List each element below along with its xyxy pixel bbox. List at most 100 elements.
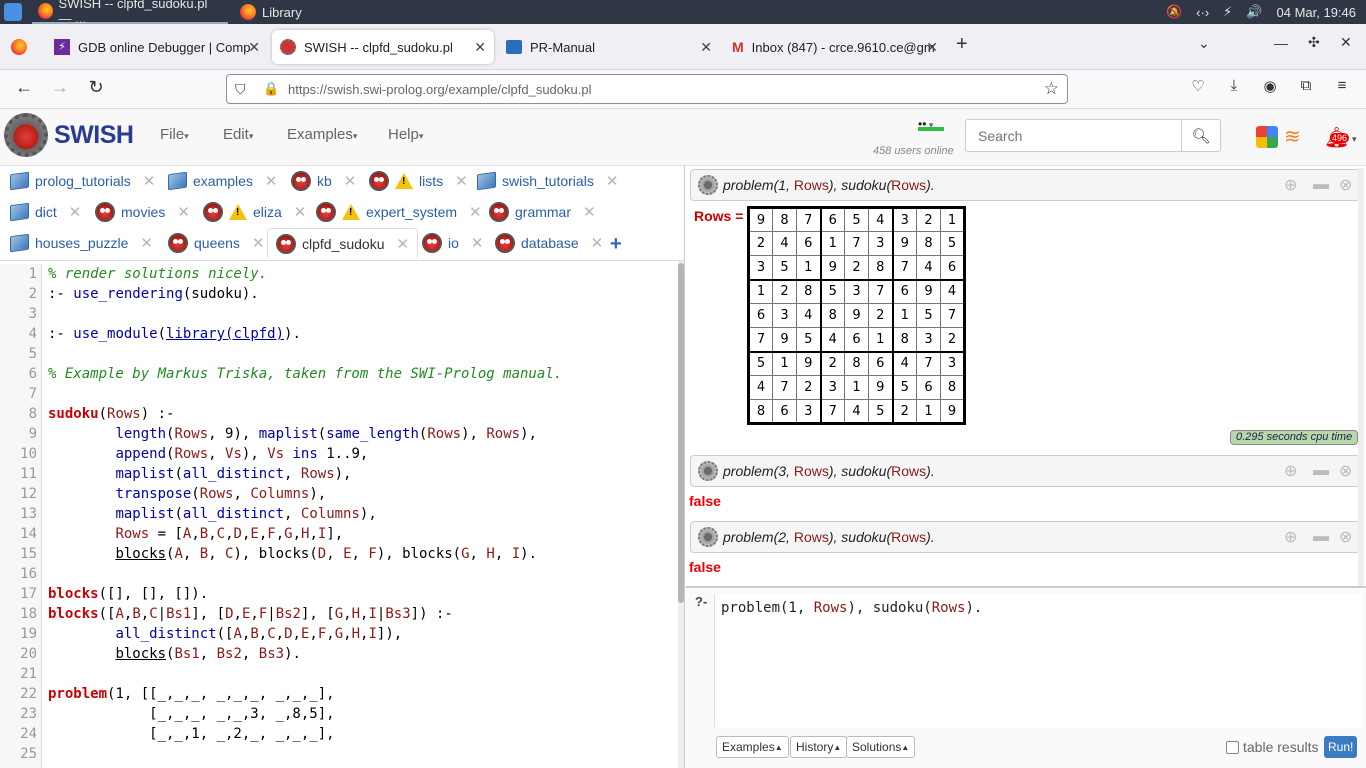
swish-logo[interactable]: SWISH bbox=[4, 113, 134, 157]
lock-icon[interactable]: 🔒 bbox=[263, 81, 279, 97]
close-circle-icon[interactable]: ⊗ bbox=[1339, 461, 1352, 481]
shield-icon[interactable]: ⛉ bbox=[235, 81, 246, 98]
file-tab-prolog-tutorials[interactable]: prolog_tutorials ✕ bbox=[10, 168, 155, 194]
table-results-toggle[interactable]: table results bbox=[1226, 739, 1318, 755]
google-login-icon[interactable] bbox=[1256, 126, 1278, 148]
close-window-icon[interactable]: ✕ bbox=[1340, 34, 1352, 51]
file-tab-swish-tutorials[interactable]: swish_tutorials ✕ bbox=[477, 168, 618, 194]
history-button[interactable]: History ▲ bbox=[790, 736, 848, 758]
os-task-swish[interactable]: SWISH -- clpfd_sudoku.pl — ... bbox=[32, 0, 228, 26]
code-line[interactable]: blocks([], [], []). bbox=[48, 584, 562, 604]
close-tab-icon[interactable]: ✕ bbox=[248, 39, 260, 56]
network-icon[interactable]: ‹·› bbox=[1196, 5, 1209, 20]
code-line[interactable]: % render solutions nicely. bbox=[48, 264, 562, 284]
maximize-icon[interactable]: ✣ bbox=[1308, 34, 1320, 51]
code-line[interactable]: blocks(A, B, C), blocks(D, E, F), blocks… bbox=[48, 544, 562, 564]
tab-swish[interactable]: SWISH -- clpfd_sudoku.pl ✕ bbox=[272, 30, 494, 64]
code-line[interactable] bbox=[48, 744, 562, 764]
code-line[interactable] bbox=[48, 564, 562, 584]
download-circle-icon[interactable]: ⊕ bbox=[1284, 175, 1297, 195]
download-icon[interactable]: ⤓ bbox=[1222, 77, 1246, 94]
download-circle-icon[interactable]: ⊕ bbox=[1284, 527, 1297, 547]
close-icon[interactable]: ✕ bbox=[455, 172, 468, 190]
code-line[interactable]: append(Rows, Vs), Vs ins 1..9, bbox=[48, 444, 562, 464]
code-line[interactable]: blocks(Bs1, Bs2, Bs3). bbox=[48, 644, 562, 664]
hamburger-menu-icon[interactable]: ≡ bbox=[1330, 77, 1354, 94]
code-line[interactable] bbox=[48, 344, 562, 364]
pocket-icon[interactable]: ♡ bbox=[1186, 77, 1210, 95]
forward-icon[interactable]: → bbox=[48, 77, 72, 98]
minimize-icon[interactable]: ▬ bbox=[1313, 528, 1329, 546]
code-line[interactable]: :- use_module(library(clpfd)). bbox=[48, 324, 562, 344]
file-tab-lists[interactable]: lists✕ bbox=[369, 168, 468, 194]
list-tabs-icon[interactable]: ⌄ bbox=[1198, 35, 1210, 52]
close-icon[interactable]: ✕ bbox=[471, 234, 484, 252]
code-line[interactable] bbox=[48, 664, 562, 684]
url-text[interactable]: https://swish.swi-prolog.org/example/clp… bbox=[288, 82, 591, 97]
run-button[interactable]: Run! bbox=[1324, 736, 1358, 758]
power-icon[interactable]: ⚡ bbox=[1223, 4, 1232, 20]
close-tab-icon[interactable]: ✕ bbox=[700, 39, 712, 56]
os-task-library[interactable]: Library bbox=[234, 0, 308, 24]
code-line[interactable]: maplist(all_distinct, Rows), bbox=[48, 464, 562, 484]
close-icon[interactable]: ✕ bbox=[344, 172, 357, 190]
tab-inbox[interactable]: M Inbox (847) - crce.9610.ce@gm ✕ bbox=[724, 30, 946, 64]
gear-icon[interactable] bbox=[698, 175, 718, 195]
code-line[interactable]: [_,_,_, _,_,3, _,8,5], bbox=[48, 704, 562, 724]
menu-examples[interactable]: Examples▾ bbox=[287, 126, 357, 143]
file-tab-expert-system[interactable]: expert_system✕ bbox=[316, 199, 482, 225]
back-icon[interactable]: ← bbox=[12, 77, 36, 98]
extensions-icon[interactable]: ⧉ bbox=[1294, 77, 1318, 94]
query-input[interactable]: problem(1, Rows), sudoku(Rows). bbox=[714, 594, 1362, 727]
close-icon[interactable]: ✕ bbox=[69, 203, 82, 221]
code-line[interactable]: maplist(all_distinct, Columns), bbox=[48, 504, 562, 524]
close-icon[interactable]: ✕ bbox=[294, 203, 307, 221]
close-circle-icon[interactable]: ⊗ bbox=[1339, 175, 1352, 195]
tab-pr-manual[interactable]: PR-Manual ✕ bbox=[498, 30, 720, 64]
code-editor[interactable]: 1 2 3 4 5 6 7 8 9 10 11 12 13 14 15 16 17 18 19 20 21 22 23 24 2… bbox=[0, 261, 685, 768]
menu-file[interactable]: File▾ bbox=[160, 126, 189, 143]
close-icon[interactable]: ✕ bbox=[397, 235, 410, 253]
code-line[interactable]: [_,_,1, _,2,_, _,_,_], bbox=[48, 724, 562, 744]
close-icon[interactable]: ✕ bbox=[177, 203, 190, 221]
search-button[interactable]: 🔍︎ bbox=[1181, 119, 1221, 152]
url-bar[interactable]: ⛉ 🔒 https://swish.swi-prolog.org/example… bbox=[226, 74, 1068, 104]
table-results-checkbox[interactable] bbox=[1226, 740, 1239, 754]
code-line[interactable]: problem(1, [[_,_,_, _,_,_, _,_,_], bbox=[48, 684, 562, 704]
solutions-button[interactable]: Solutions ▲ bbox=[846, 736, 916, 758]
code-line[interactable]: :- use_rendering(sudoku). bbox=[48, 284, 562, 304]
minimize-icon[interactable]: ▬ bbox=[1313, 176, 1329, 194]
close-icon[interactable]: ✕ bbox=[140, 234, 153, 252]
close-tab-icon[interactable]: ✕ bbox=[926, 39, 938, 56]
file-tab-io[interactable]: io ✕ bbox=[422, 230, 483, 256]
search-input[interactable] bbox=[965, 119, 1182, 152]
file-tab-examples[interactable]: examples ✕ bbox=[168, 168, 278, 194]
reload-icon[interactable]: ↻ bbox=[84, 77, 108, 98]
menu-edit[interactable]: Edit▾ bbox=[223, 126, 253, 143]
code-line[interactable]: length(Rows, 9), maplist(same_length(Row… bbox=[48, 424, 562, 444]
file-tab-queens[interactable]: queens ✕ bbox=[168, 230, 265, 256]
account-icon[interactable]: ◉ bbox=[1258, 77, 1282, 95]
code-line[interactable]: transpose(Rows, Columns), bbox=[48, 484, 562, 504]
chevron-down-icon[interactable]: ▾ bbox=[1352, 134, 1357, 145]
code-line[interactable]: % Example by Markus Triska, taken from t… bbox=[48, 364, 562, 384]
bookmark-star-icon[interactable]: ☆ bbox=[1044, 79, 1059, 99]
editor-scrollbar[interactable] bbox=[678, 261, 684, 768]
results-scrollbar[interactable] bbox=[1358, 168, 1364, 586]
code-line[interactable]: all_distinct([A,B,C,D,E,F,G,H,I]), bbox=[48, 624, 562, 644]
minimize-icon[interactable]: ▬ bbox=[1313, 462, 1329, 480]
gear-icon[interactable] bbox=[698, 461, 718, 481]
file-tab-eliza[interactable]: eliza✕ bbox=[203, 199, 306, 225]
close-circle-icon[interactable]: ⊗ bbox=[1339, 527, 1352, 547]
code-line[interactable] bbox=[48, 384, 562, 404]
file-tab-dict[interactable]: dict ✕ bbox=[10, 199, 81, 225]
code-lines[interactable]: % render solutions nicely.:- use_renderi… bbox=[48, 264, 562, 764]
examples-button[interactable]: Examples ▲ bbox=[716, 736, 789, 758]
stackoverflow-icon[interactable]: ≋ bbox=[1284, 124, 1301, 149]
close-icon[interactable]: ✕ bbox=[143, 172, 156, 190]
file-tab-database[interactable]: database ✕ bbox=[495, 230, 603, 256]
close-icon[interactable]: ✕ bbox=[265, 172, 278, 190]
new-tab-icon[interactable]: + bbox=[956, 33, 968, 56]
file-tab-houses-puzzle[interactable]: houses_puzzle ✕ bbox=[10, 230, 153, 256]
minimize-icon[interactable]: — bbox=[1274, 35, 1288, 51]
